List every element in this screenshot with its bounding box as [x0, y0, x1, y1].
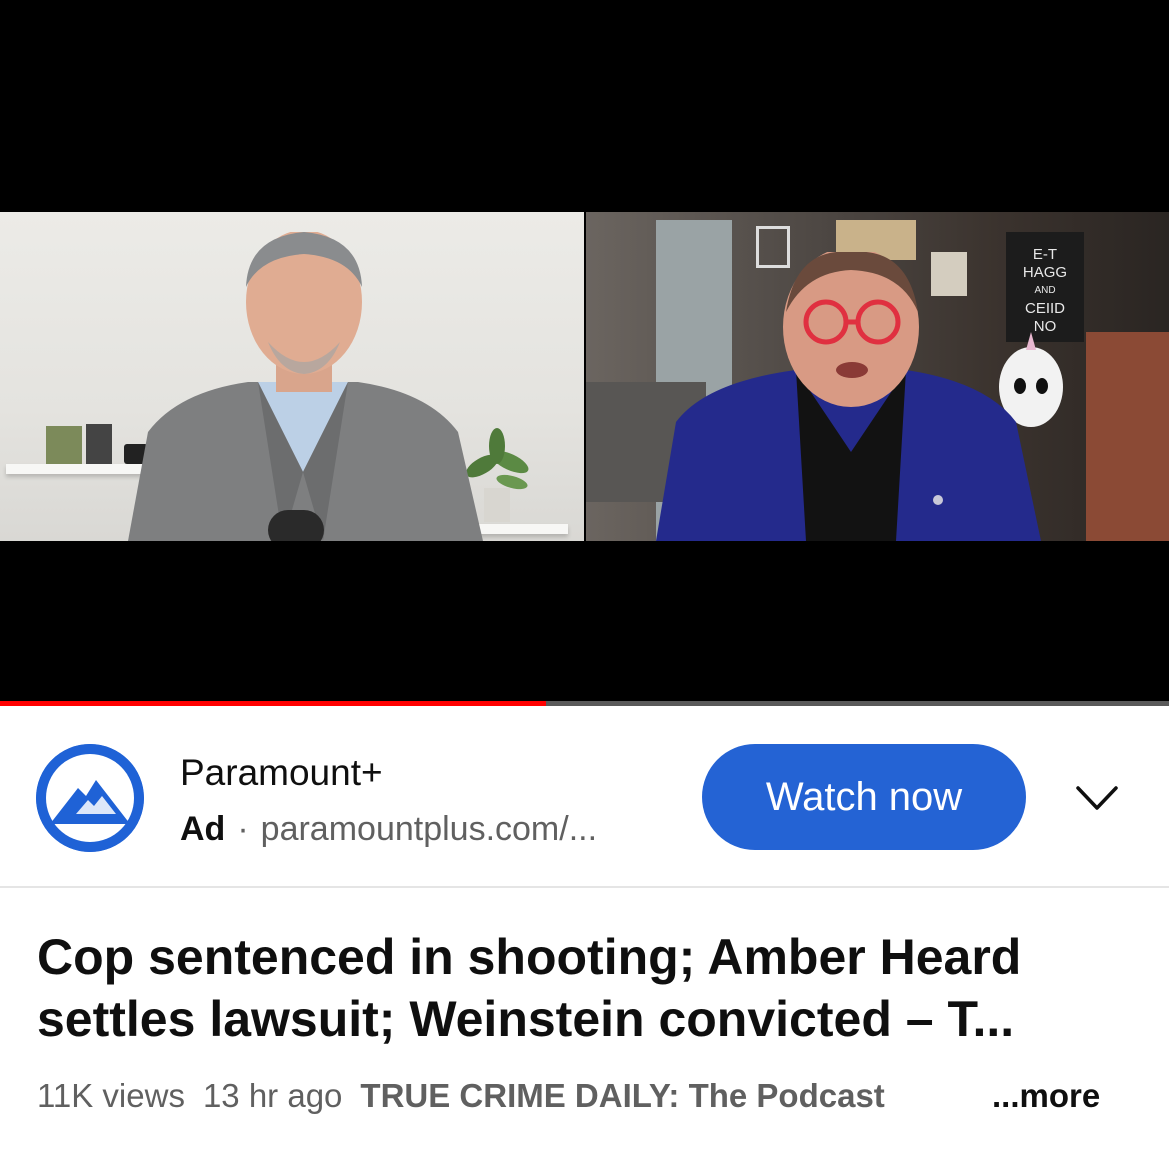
- video-meta: 11K views 13 hr ago TRUE CRIME DAILY: The …: [37, 1077, 903, 1115]
- ad-meta: Ad · paramountplus.com/...: [180, 810, 597, 849]
- upload-age: 13 hr ago: [202, 1077, 343, 1114]
- section-divider: [0, 886, 1169, 888]
- video-frame-right-participant: E-T HAGG AND CEIID NO: [586, 212, 1169, 541]
- chevron-down-icon[interactable]: [1072, 776, 1122, 820]
- guest-right-person: [656, 252, 1041, 541]
- ad-url[interactable]: paramountplus.com/...: [261, 810, 597, 848]
- video-title[interactable]: Cop sentenced in shooting; Amber Heard s…: [37, 926, 1137, 1050]
- more-button[interactable]: ...more: [992, 1077, 1100, 1115]
- ad-meta-separator: ·: [237, 810, 249, 848]
- view-count: 11K views: [37, 1077, 185, 1114]
- shelf-book: [46, 426, 82, 464]
- host-left-person: [128, 232, 483, 541]
- channel-name[interactable]: TRUE CRIME DAILY: The Podcast: [360, 1077, 884, 1114]
- video-player[interactable]: E-T HAGG AND CEIID NO: [0, 0, 1169, 706]
- ad-advertiser-name[interactable]: Paramount+: [180, 752, 383, 794]
- video-frame-left-participant: [0, 212, 584, 541]
- brick-wall: [1086, 332, 1169, 541]
- watch-now-button[interactable]: Watch now: [702, 744, 1026, 850]
- ad-badge: Ad: [180, 810, 226, 848]
- paramount-mountain-icon[interactable]: [36, 744, 144, 852]
